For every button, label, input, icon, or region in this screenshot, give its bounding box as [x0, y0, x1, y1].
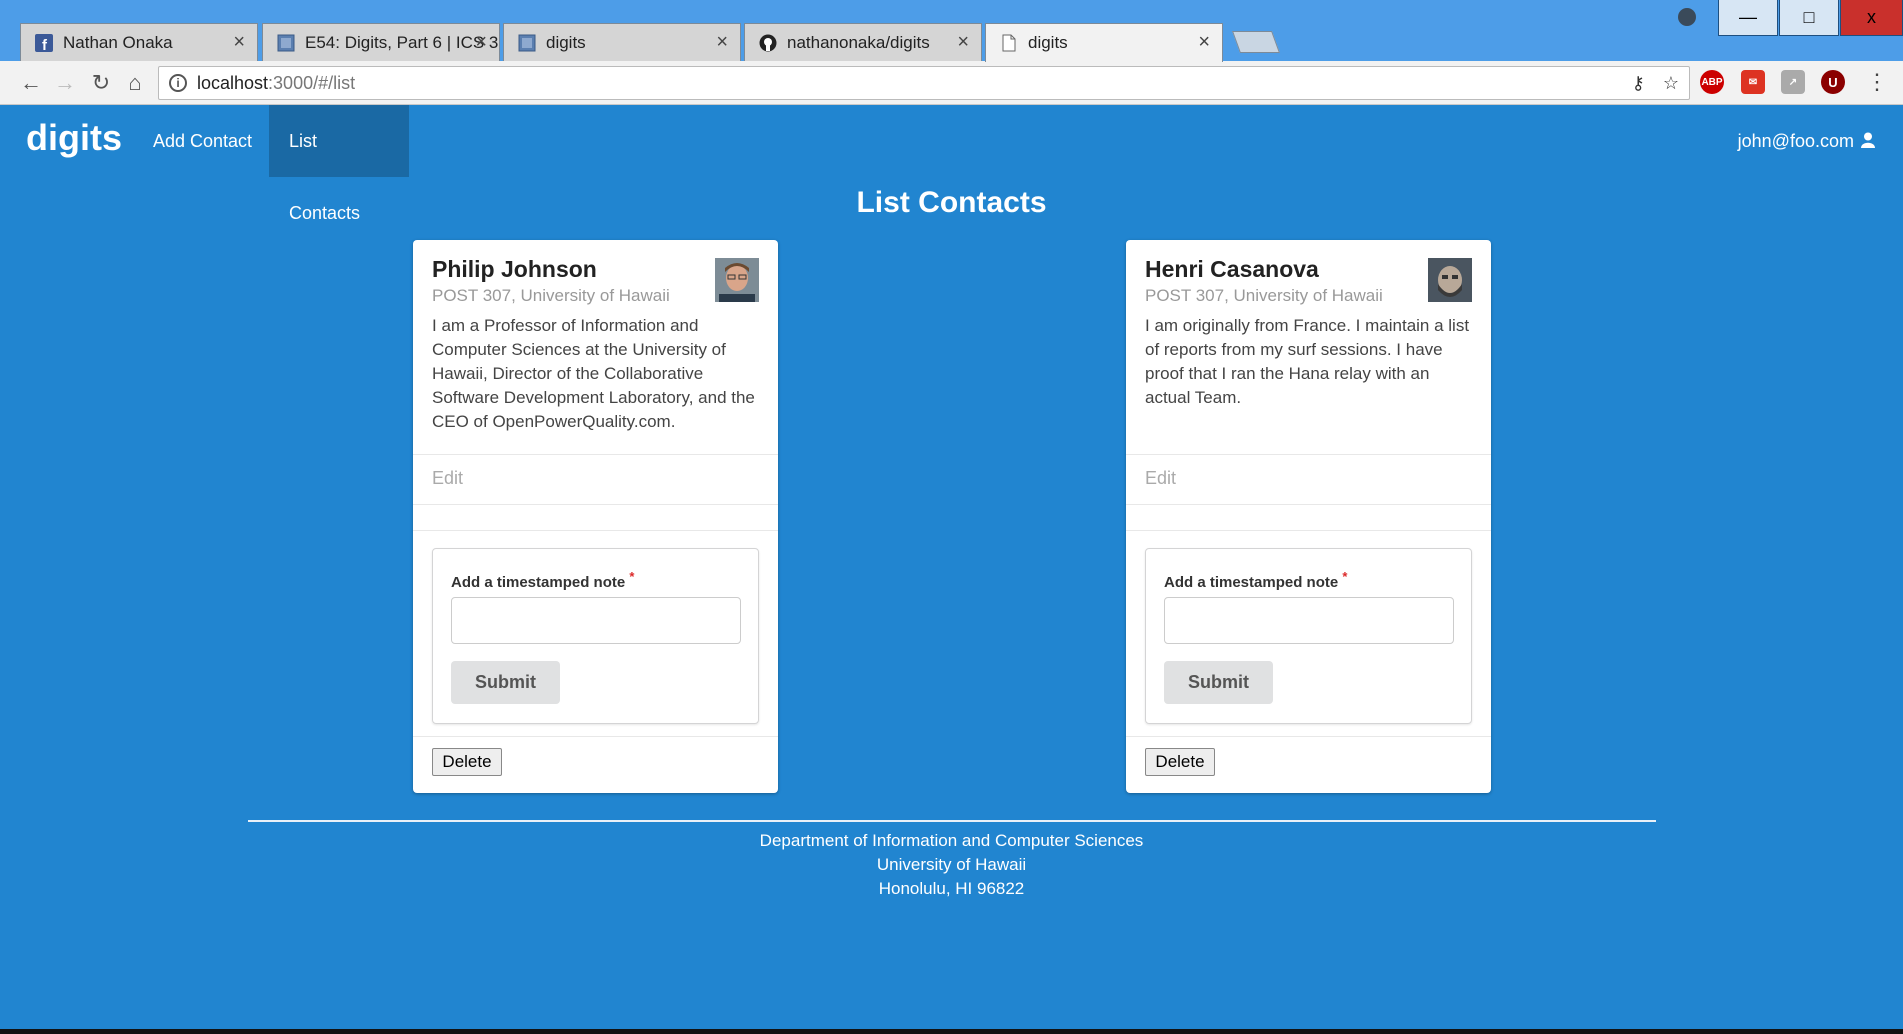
footer-department: Department of Information and Computer S… [759, 831, 1144, 850]
contact-photo [715, 258, 759, 302]
note-label-text: Add a timestamped note [451, 574, 626, 591]
browser-tab-e54[interactable]: E54: Digits, Part 6 | ICS 3 × [262, 23, 500, 61]
url-host: localhost [197, 72, 269, 93]
app-navbar: digits Add Contact List Contacts john@fo… [8, 105, 1895, 223]
close-window-button[interactable]: x [1840, 0, 1903, 36]
browser-toolbar: ← → ↻ ⌂ i localhost:3000/#/list ⚷ ☆ [0, 61, 1903, 105]
home-icon[interactable]: ⌂ [122, 71, 148, 95]
brand-logo[interactable]: digits [26, 117, 122, 159]
taskbar [0, 1029, 1903, 1034]
minimize-button[interactable]: — [1718, 0, 1778, 36]
profile-icon[interactable] [1678, 8, 1696, 26]
reload-icon[interactable]: ↻ [88, 71, 114, 95]
browser-tab-digits[interactable]: digits × [503, 23, 741, 61]
adblock-icon[interactable]: ABP [1700, 70, 1724, 94]
note-field-label: Add a timestamped note * [1164, 569, 1347, 591]
note-form: Add a timestamped note * Submit [432, 548, 759, 724]
key-icon[interactable]: ⚷ [1632, 73, 1645, 94]
card-divider [1126, 530, 1491, 531]
required-marker: * [629, 569, 635, 584]
note-input[interactable] [451, 597, 741, 644]
card-divider [1126, 736, 1491, 737]
tab-title: Nathan Onaka [63, 32, 173, 52]
card-divider [413, 504, 778, 505]
edit-link[interactable]: Edit [432, 468, 463, 489]
card-divider [413, 454, 778, 455]
browser-tab-active[interactable]: digits × [985, 23, 1223, 62]
page-icon [277, 34, 295, 52]
extension-icon[interactable]: ↗ [1781, 70, 1805, 94]
note-label-text: Add a timestamped note [1164, 574, 1339, 591]
delete-button[interactable]: Delete [432, 748, 502, 776]
note-field-label: Add a timestamped note * [451, 569, 634, 591]
maximize-button[interactable]: □ [1779, 0, 1839, 36]
close-icon[interactable]: × [1198, 32, 1210, 52]
ublock-icon[interactable]: U [1821, 70, 1845, 94]
page-title: List Contacts [856, 186, 1047, 219]
tab-title: digits [546, 32, 586, 52]
card-header: Henri Casanova POST 307, University of H… [1145, 254, 1472, 308]
footer-address: Honolulu, HI 96822 [878, 879, 1025, 898]
submit-button[interactable]: Submit [451, 661, 560, 704]
footer-divider [248, 820, 1656, 822]
extension-icon[interactable]: ✉ [1741, 70, 1765, 94]
note-form: Add a timestamped note * Submit [1145, 548, 1472, 724]
more-menu-icon[interactable]: ⋮ [1866, 70, 1888, 94]
tab-title: digits [1028, 33, 1068, 52]
nav-list-contacts[interactable]: List Contacts [269, 105, 409, 223]
contact-name: Philip Johnson [432, 256, 597, 282]
forward-arrow-icon[interactable]: → [52, 71, 78, 95]
close-icon[interactable]: × [233, 32, 245, 52]
close-icon[interactable]: × [957, 32, 969, 52]
github-icon [759, 34, 777, 52]
delete-button[interactable]: Delete [1145, 748, 1215, 776]
edit-link[interactable]: Edit [1145, 468, 1176, 489]
submit-button[interactable]: Submit [1164, 661, 1273, 704]
card-divider [413, 736, 778, 737]
footer-university: University of Hawaii [876, 855, 1027, 874]
contact-address: POST 307, University of Hawaii [1145, 286, 1383, 305]
star-icon[interactable]: ☆ [1663, 73, 1679, 94]
contact-description: I am a Professor of Information and Comp… [432, 316, 755, 431]
contact-card: Henri Casanova POST 307, University of H… [1126, 240, 1491, 793]
nav-add-contact[interactable]: Add Contact [133, 105, 272, 177]
contact-description: I am originally from France. I maintain … [1145, 316, 1470, 407]
close-icon[interactable]: × [716, 32, 728, 52]
required-marker: * [1342, 569, 1348, 584]
address-bar[interactable]: i localhost:3000/#/list ⚷ ☆ [158, 66, 1690, 100]
page-icon [518, 34, 536, 52]
contact-photo [1428, 258, 1472, 302]
contact-address: POST 307, University of Hawaii [432, 286, 670, 305]
document-icon [1000, 34, 1018, 52]
info-icon[interactable]: i [169, 74, 187, 92]
user-menu[interactable]: john@foo.com [1738, 105, 1875, 177]
user-email: john@foo.com [1737, 131, 1854, 151]
card-divider [413, 530, 778, 531]
card-divider [1126, 454, 1491, 455]
note-input[interactable] [1164, 597, 1454, 644]
card-header: Philip Johnson POST 307, University of H… [432, 254, 759, 308]
footer: Department of Information and Computer S… [0, 829, 1903, 901]
contact-name: Henri Casanova [1145, 256, 1319, 282]
tab-title: nathanonaka/digits [787, 32, 930, 52]
tab-title: E54: Digits, Part 6 | ICS 3 [305, 32, 499, 52]
new-tab-button[interactable] [1231, 31, 1281, 53]
browser-tab-facebook[interactable]: f Nathan Onaka × [20, 23, 258, 61]
facebook-icon: f [35, 33, 53, 52]
contact-card: Philip Johnson POST 307, University of H… [413, 240, 778, 793]
browser-tab-github[interactable]: nathanonaka/digits × [744, 23, 982, 61]
url-path: :3000/#/list [268, 72, 356, 93]
card-divider [1126, 504, 1491, 505]
close-icon[interactable]: × [475, 32, 487, 52]
back-arrow-icon[interactable]: ← [18, 71, 44, 95]
user-icon [1861, 106, 1875, 178]
